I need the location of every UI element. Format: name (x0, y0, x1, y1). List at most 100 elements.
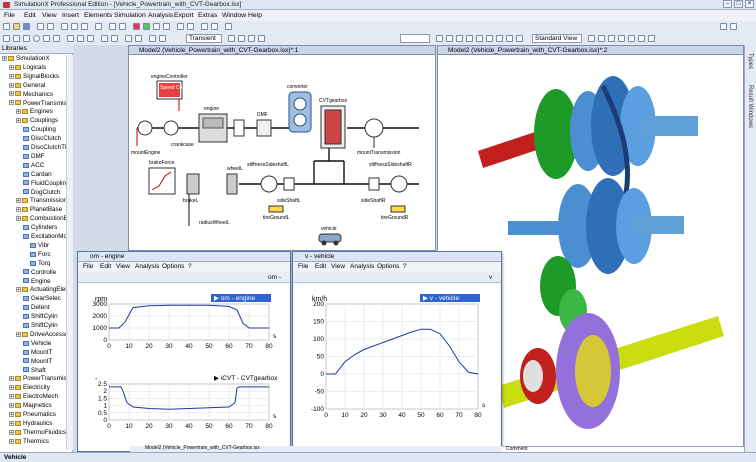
plot2-menu-options[interactable]: Options (377, 262, 399, 272)
ungroup-icon[interactable] (135, 35, 142, 42)
tree-item[interactable]: + PowerTransmission (9, 100, 73, 108)
tree-item[interactable]: + General (9, 82, 45, 90)
wire-icon[interactable] (506, 35, 513, 42)
tree-item[interactable]: + Hydraulics (9, 420, 52, 428)
tree-item[interactable]: ACC (23, 162, 44, 170)
zoom-in-icon[interactable] (109, 23, 116, 30)
fit-icon[interactable] (476, 35, 483, 42)
shade-icon[interactable] (516, 35, 523, 42)
properties-tab[interactable]: Model2 (Vehicle_Powertrain_with_CVT-Gear… (145, 445, 260, 451)
layout-icon[interactable] (720, 23, 727, 30)
group-icon[interactable] (125, 35, 132, 42)
pointer-icon[interactable] (3, 35, 10, 42)
tree-item[interactable]: MountT (23, 358, 52, 366)
tree-item[interactable]: Coupling (23, 126, 56, 134)
redo-icon[interactable] (47, 23, 54, 30)
expand-icon[interactable]: + (16, 207, 21, 213)
screenshot-icon[interactable] (638, 35, 645, 42)
tree-item[interactable]: + Electricity (9, 384, 50, 392)
close-button[interactable]: × (745, 0, 754, 8)
tree-item[interactable]: + SimulationX (2, 55, 50, 63)
tree-item[interactable]: + Transmissions (16, 197, 70, 205)
align-left-icon[interactable] (67, 35, 74, 42)
maximize-button[interactable]: □ (734, 0, 743, 8)
tree-item[interactable]: Vibr (30, 242, 49, 250)
view-select[interactable]: Standard View (532, 34, 582, 43)
tree-item[interactable]: + PlanetBase (16, 206, 62, 214)
iso-view-icon[interactable] (618, 35, 625, 42)
plot2-menu-analysis[interactable]: Analysis (350, 262, 374, 272)
paste-icon[interactable] (81, 23, 88, 30)
tree-item[interactable]: Cylinders (23, 224, 57, 232)
plot1-menu-edit[interactable]: Edit (100, 262, 111, 272)
pause-icon[interactable] (153, 23, 160, 30)
tree-item[interactable]: + Pneumatics (9, 411, 56, 419)
run-icon[interactable] (143, 23, 150, 30)
table-icon[interactable] (187, 23, 194, 30)
light-icon[interactable] (496, 35, 503, 42)
check-icon[interactable] (159, 35, 166, 42)
expand-icon[interactable]: + (9, 438, 14, 444)
new-icon[interactable] (3, 23, 10, 30)
expand-icon[interactable]: + (9, 402, 14, 408)
plot1-menu-view[interactable]: View (116, 262, 130, 272)
zoom-3d-icon[interactable] (466, 35, 473, 42)
tree-item[interactable]: Engine (23, 278, 51, 286)
animate-icon[interactable] (648, 35, 655, 42)
plot2-menu-file[interactable]: File (298, 262, 308, 272)
window-icon[interactable] (730, 23, 737, 30)
tree-item[interactable]: + Couplings (16, 117, 58, 125)
plot2-menu-edit[interactable]: Edit (315, 262, 326, 272)
open-icon[interactable] (13, 23, 20, 30)
plot2-menu-help[interactable]: ? (403, 262, 407, 272)
tree-item[interactable]: Detent (23, 304, 50, 312)
tree-item[interactable]: DMF (23, 153, 45, 161)
minimize-button[interactable]: – (723, 0, 732, 8)
tree-item[interactable]: DogClutch (23, 189, 60, 197)
tree-item[interactable]: GearSelec (23, 295, 61, 303)
menu-edit[interactable]: Edit (24, 12, 36, 19)
text-icon[interactable] (53, 35, 60, 42)
expand-icon[interactable]: + (9, 385, 14, 391)
settings-icon[interactable] (228, 35, 235, 42)
tree-item[interactable]: Shaft (23, 367, 46, 375)
calc-icon[interactable] (177, 23, 184, 30)
chart-icon[interactable] (211, 23, 218, 30)
copy-icon[interactable] (71, 23, 78, 30)
reset-view-icon[interactable] (628, 35, 635, 42)
result-windows-tab[interactable]: Result Windows (747, 85, 753, 128)
top-view-icon[interactable] (608, 35, 615, 42)
expand-icon[interactable]: + (9, 411, 14, 417)
camera-icon[interactable] (436, 35, 443, 42)
tree-item[interactable]: + Thermics (9, 438, 49, 446)
menu-help[interactable]: Help (248, 12, 262, 19)
expand-icon[interactable]: + (9, 394, 14, 400)
record-icon[interactable] (238, 35, 245, 42)
expand-icon[interactable]: + (9, 429, 14, 435)
tree-item[interactable]: Torq (30, 260, 50, 268)
rotate-icon[interactable] (101, 35, 108, 42)
tree-item[interactable]: Forc (30, 251, 51, 259)
plot1-menu-options[interactable]: Options (162, 262, 184, 272)
grid-icon[interactable] (201, 23, 208, 30)
tree-item[interactable]: + Magnetics (9, 402, 52, 410)
align-center-icon[interactable] (77, 35, 84, 42)
line-icon[interactable] (13, 35, 20, 42)
tree-item[interactable]: + Engines (16, 108, 53, 116)
tree-item[interactable]: Cardan (23, 171, 52, 179)
tree-item[interactable]: + ActuatingElem (16, 286, 71, 294)
types-tab[interactable]: Types (747, 53, 753, 69)
simulation-mode-select[interactable]: Transient (186, 34, 222, 43)
orbit-icon[interactable] (446, 35, 453, 42)
menu-insert[interactable]: Insert (62, 12, 79, 19)
plot1-chart[interactable]: 0 10 20 30 40 50 60 70 800100020003000rpms▶ om -… (79, 284, 289, 451)
rect-icon[interactable] (23, 35, 30, 42)
expand-icon[interactable]: + (16, 109, 21, 115)
model-diagram[interactable]: engineController Speed Controller engine… (129, 56, 435, 250)
expand-icon[interactable]: + (9, 100, 14, 106)
tree-item[interactable]: + ElectroMech (9, 393, 58, 401)
menu-analysis[interactable]: Analysis (148, 12, 173, 19)
connect-icon[interactable] (149, 35, 156, 42)
expand-icon[interactable]: + (16, 216, 21, 222)
menu-elements[interactable]: Elements (84, 12, 112, 19)
